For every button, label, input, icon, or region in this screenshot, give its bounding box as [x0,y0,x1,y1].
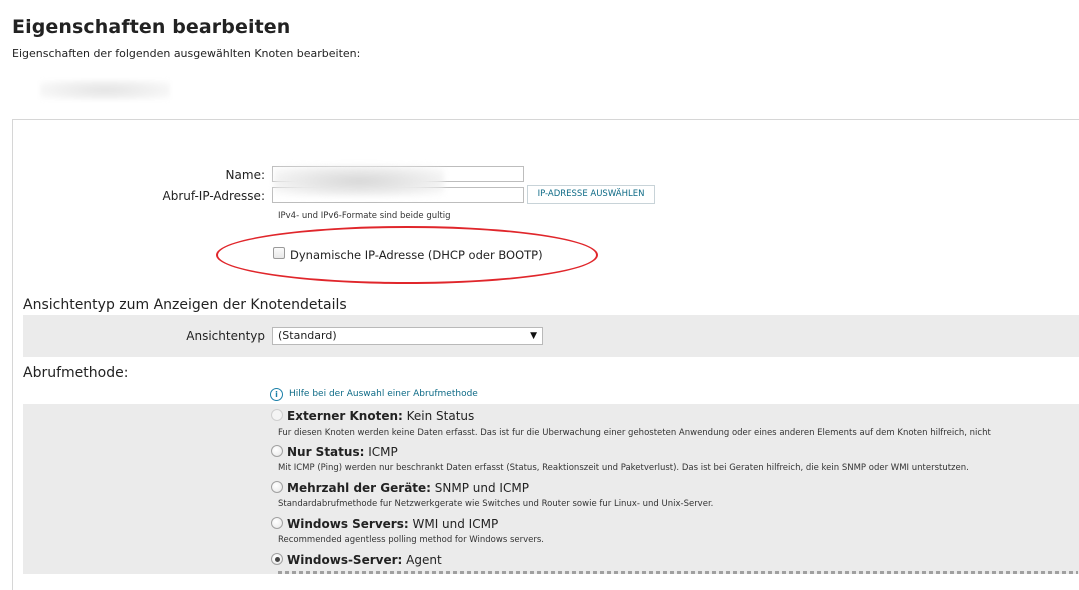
option-title-rest: Kein Status [402,409,475,423]
name-value-blurred [274,166,444,196]
view-type-label: Ansichtentyp [186,329,265,343]
radio-windows-agent[interactable] [271,553,283,565]
select-ip-button[interactable]: IP-ADRESSE AUSWÄHLEN [527,185,655,204]
ip-label: Abruf-IP-Adresse: [162,189,265,203]
option-title-bold: Windows Servers: [287,517,409,531]
option-title-bold: Nur Status: [287,445,365,459]
option-title-agent: Windows-Server: Agent [287,553,442,567]
view-type-select[interactable]: (Standard) ▼ [272,327,543,345]
dynamic-ip-checkbox[interactable] [273,247,285,259]
option-title-rest: SNMP und ICMP [430,481,529,495]
option-title-snmp: Mehrzahl der Geräte: SNMP und ICMP [287,481,529,495]
option-title-bold: Mehrzahl der Geräte: [287,481,431,495]
option-desc-external: Fur diesen Knoten werden keine Daten erf… [278,428,991,438]
radio-external-node[interactable] [271,409,283,421]
option-desc-wmi: Recommended agentless polling method for… [278,535,544,545]
selected-node-blurred [40,80,170,100]
option-title-wmi: Windows Servers: WMI und ICMP [287,517,498,531]
option-title-bold: Windows-Server: [287,553,403,567]
page-title: Eigenschaften bearbeiten [12,16,291,38]
radio-status-only[interactable] [271,445,283,457]
ip-format-hint: IPv4- und IPv6-Formate sind beide gultig [278,211,451,221]
option-title-external: Externer Knoten: Kein Status [287,409,474,423]
view-type-selected: (Standard) [278,329,337,342]
option-title-rest: Agent [402,553,442,567]
polling-method-heading: Abrufmethode: [23,365,129,381]
radio-windows-wmi[interactable] [271,517,283,529]
chevron-down-icon: ▼ [530,331,537,341]
polling-help-link[interactable]: Hilfe bei der Auswahl einer Abrufmethode [289,389,478,399]
option-desc-snmp: Standardabrufmethode fur Netzwerkgerate … [278,499,714,509]
option-title-rest: WMI und ICMP [408,517,499,531]
info-icon: i [270,388,283,401]
view-type-heading: Ansichtentyp zum Anzeigen der Knotendeta… [23,297,347,313]
page-subtitle: Eigenschaften der folgenden ausgewählten… [12,47,361,60]
name-label: Name: [225,168,265,182]
radio-most-devices[interactable] [271,481,283,493]
option-title-bold: Externer Knoten: [287,409,403,423]
dynamic-ip-label: Dynamische IP-Adresse (DHCP oder BOOTP) [290,248,543,262]
option-title-status: Nur Status: ICMP [287,445,398,459]
option-title-rest: ICMP [364,445,398,459]
option-desc-status: Mit ICMP (Ping) werden nur beschrankt Da… [278,463,969,473]
